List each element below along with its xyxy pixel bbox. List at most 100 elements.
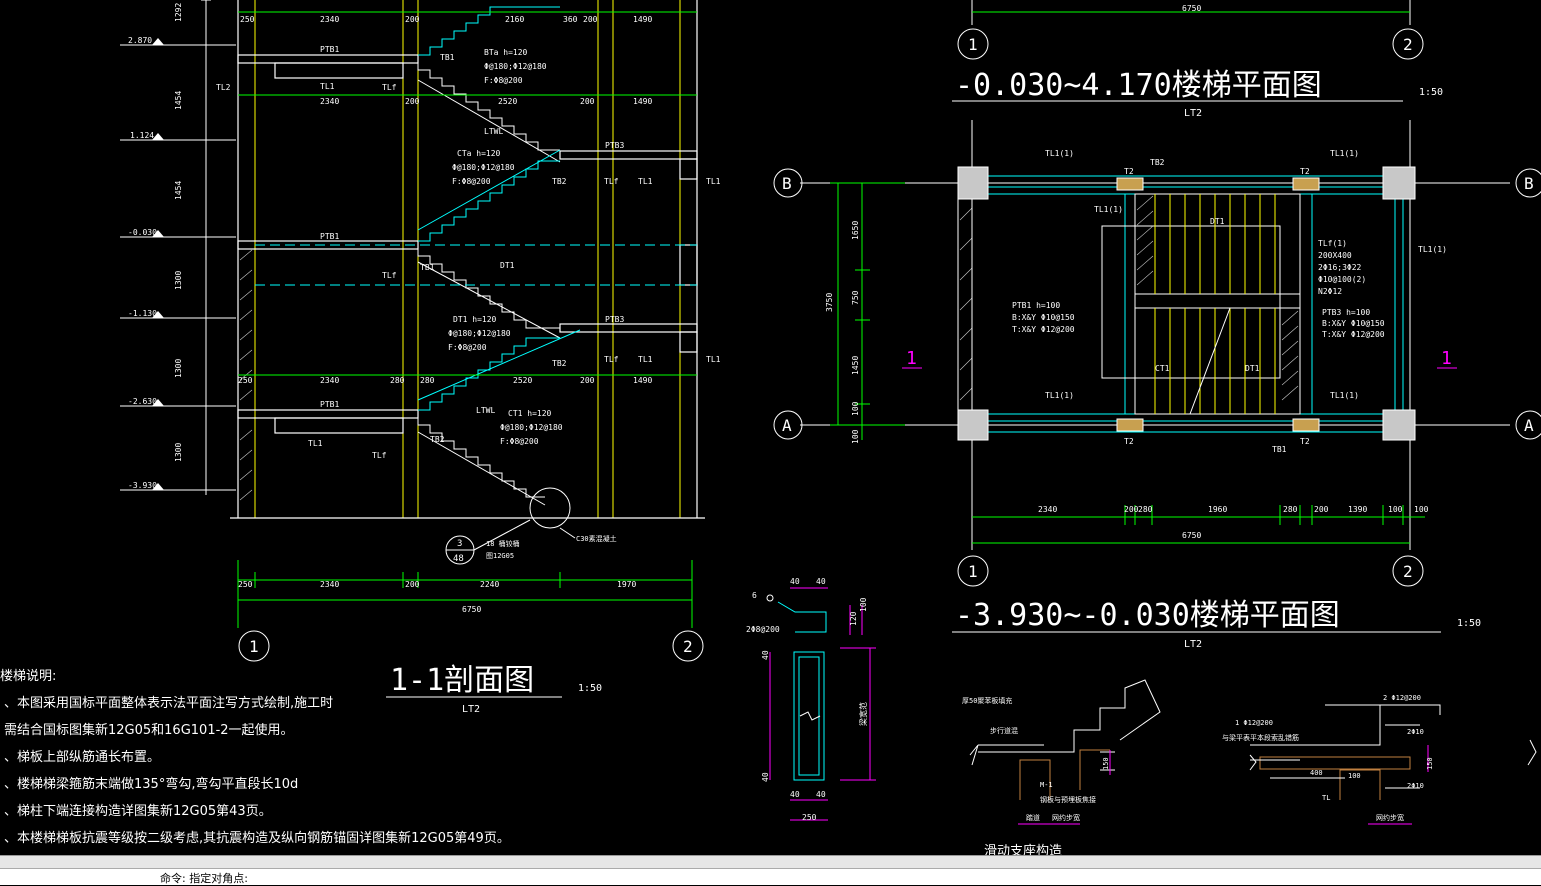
plan-label-9: TL1(1) bbox=[1045, 391, 1074, 400]
label-tl1-d: TL1 bbox=[638, 355, 653, 364]
plan-tl-3: 2Φ16;3Φ22 bbox=[1318, 263, 1362, 272]
plan-label-15: TL1(1) bbox=[1330, 391, 1359, 400]
plan-label-6: TL1(1) bbox=[1094, 205, 1123, 214]
plan-bottom-sublabel: LT2 bbox=[1184, 639, 1202, 650]
plan-tl-5: N2Φ12 bbox=[1318, 287, 1342, 296]
plan-label-13: CT1 bbox=[1155, 364, 1170, 373]
plan-label-12: T2 bbox=[1300, 437, 1310, 446]
label-ptb3-a: PTB3 bbox=[605, 141, 624, 150]
label-tlf-b: TLf bbox=[604, 177, 619, 186]
section-title: 1-1剖面图 bbox=[390, 663, 534, 698]
plan-top-title-block: 6750 1 2 -0.030~4.170楼梯平面图 1:50 LT2 bbox=[952, 0, 1443, 119]
cad-drawing-canvas[interactable]: 2.870 1.124 -0.030 -1.130 -2.630 -3.930 … bbox=[0, 0, 1541, 855]
plan-bot-axis-1: 1 bbox=[968, 562, 978, 581]
sec-r3-d1: 250 bbox=[238, 376, 253, 385]
plan-axis-a-right: A bbox=[1524, 416, 1534, 435]
plan-ptb1-3: T:X&Y Φ12@200 bbox=[1012, 325, 1075, 334]
label-tlf-c: TLf bbox=[382, 271, 397, 280]
plan-label-4: TB2 bbox=[1150, 158, 1165, 167]
sec-r3-d2: 2340 bbox=[320, 376, 339, 385]
sec-total-dim: 6750 bbox=[462, 605, 481, 614]
beam-dim-4: 40 bbox=[816, 790, 826, 799]
label-tb2-c: TB2 bbox=[430, 435, 445, 444]
stair-note-cta-1: CTa h=120 bbox=[457, 149, 501, 158]
slide-label-1: 厚50聚苯板填充 bbox=[962, 696, 1012, 705]
rebar-label-5: 400 bbox=[1310, 769, 1323, 777]
stair-note-bta-1: BTa h=120 bbox=[484, 48, 528, 57]
height-5: 1300 bbox=[174, 359, 183, 378]
beam-dim-250: 250 bbox=[802, 813, 817, 822]
sliding-support-detail: 厚50聚苯板填充 步行道混 M-1 钢板与预埋板焦接 150 踏道 网约步宽 滑… bbox=[962, 679, 1161, 855]
sec-bot-d4: 2240 bbox=[480, 580, 499, 589]
command-line[interactable]: 命令: 指定对角点: bbox=[0, 868, 1541, 885]
stair-note-ct1-1: CT1 h=120 bbox=[508, 409, 552, 418]
detail-bubble-top: 3 bbox=[457, 539, 462, 549]
sec-r2-d2: 200 bbox=[405, 97, 420, 106]
slide-label-3: M-1 bbox=[1040, 781, 1053, 789]
label-ptb1-a: PTB1 bbox=[320, 45, 339, 54]
label-ltwl-a: LTWL bbox=[484, 127, 503, 136]
notes-item-5: 、梯柱下端连接构造详图集新12G05第43页。 bbox=[4, 803, 272, 819]
label-tl1-a: TL1 bbox=[320, 82, 335, 91]
plan-label-2: TL1(1) bbox=[1330, 149, 1359, 158]
rebar-label-6: 100 bbox=[1348, 772, 1361, 780]
plan-dim-1: 2340 bbox=[1038, 505, 1057, 514]
plan-ptb3-2: B:X&Y Φ10@150 bbox=[1322, 319, 1385, 328]
rebar-label-1: 2 Φ12@200 bbox=[1383, 694, 1421, 702]
plan-top-axis-1: 1 bbox=[968, 35, 978, 54]
sec-r3-d3: 280 bbox=[390, 376, 405, 385]
plan-dim-4: 1960 bbox=[1208, 505, 1227, 514]
plan-vdim-1450: 1450 bbox=[851, 356, 860, 375]
plan-ptb1-2: B:X&Y Φ10@150 bbox=[1012, 313, 1075, 322]
plan-axis-a-left: A bbox=[782, 416, 792, 435]
stair-note-dt1-2: Φ@180;Φ12@180 bbox=[448, 329, 511, 338]
label-tb2-b: TB2 bbox=[552, 359, 567, 368]
rebar-label-3: 与梁平表平本段索乱错筋 bbox=[1222, 733, 1299, 742]
plan-top-axis-2: 2 bbox=[1403, 35, 1413, 54]
sec-r2-d1: 2340 bbox=[320, 97, 339, 106]
plan-dim-5: 280 bbox=[1283, 505, 1298, 514]
sec-axis-2: 2 bbox=[683, 637, 693, 656]
plan-dim-9: 100 bbox=[1414, 505, 1429, 514]
notes-item-6: 、本楼梯梯板抗震等级按二级考虑,其抗震构造及纵向钢筋锚固详图集新12G05第49… bbox=[4, 830, 510, 846]
plan-top-dim: 6750 bbox=[1182, 4, 1201, 13]
plan-dim-8: 100 bbox=[1388, 505, 1403, 514]
height-3: 1454 bbox=[174, 181, 183, 200]
plan-label-3: T2 bbox=[1124, 167, 1134, 176]
label-tl1-b: TL1 bbox=[706, 177, 721, 186]
height-2: 1454 bbox=[174, 91, 183, 110]
label-ptb1-c: PTB1 bbox=[320, 400, 339, 409]
rebar-label-7: TL bbox=[1322, 794, 1330, 802]
plan-total-dim: 6750 bbox=[1182, 531, 1201, 540]
slide-label-7: 网约步宽 bbox=[1052, 813, 1080, 822]
label-ptb3-b: PTB3 bbox=[605, 315, 624, 324]
section-sublabel: LT2 bbox=[462, 704, 480, 715]
plan-dim-6: 200 bbox=[1314, 505, 1329, 514]
sec-r1-d7: 1490 bbox=[633, 15, 652, 24]
plan-dim-3: 280 bbox=[1138, 505, 1153, 514]
level-2630: -2.630 bbox=[128, 397, 157, 406]
plan-label-11: TB1 bbox=[1272, 445, 1287, 454]
rebar-label-10: 网约步宽 bbox=[1376, 813, 1404, 822]
level-3930: -3.930 bbox=[128, 481, 157, 490]
cut-mark-right: 1 bbox=[1441, 348, 1452, 369]
plan-bottom: B A B A 3750 1650 750 1450 100 100 TL1(1… bbox=[773, 120, 1541, 650]
sec-r3-d6: 200 bbox=[580, 376, 595, 385]
plan-axis-b-left: B bbox=[782, 174, 792, 193]
label-tl1-c: TL1 bbox=[638, 177, 653, 186]
sec-r1-d5: 360 bbox=[563, 15, 578, 24]
notes-item-4: 、楼梯梯梁箍筋末端做135°弯勾,弯勾平直段长10d bbox=[4, 776, 298, 792]
stair-note-ct1-3: F:Φ8@200 bbox=[500, 437, 539, 446]
sec-bot-d3: 200 bbox=[405, 580, 420, 589]
beam-dim-1: 40 bbox=[790, 577, 800, 586]
plan-vdim-750: 750 bbox=[851, 290, 860, 305]
beam-note-a: 6 bbox=[752, 591, 757, 600]
stair-note-dt1-1: DT1 h=120 bbox=[453, 315, 497, 324]
sec-axis-1: 1 bbox=[249, 637, 259, 656]
beam-dim-v2: 40 bbox=[761, 772, 770, 782]
plan-dim-7: 1390 bbox=[1348, 505, 1367, 514]
beam-dim-3: 40 bbox=[790, 790, 800, 799]
sec-bot-d1: 250 bbox=[238, 580, 253, 589]
plan-label-7: DT1 bbox=[1210, 217, 1225, 226]
sliding-title: 滑动支座构造 bbox=[984, 844, 1062, 855]
